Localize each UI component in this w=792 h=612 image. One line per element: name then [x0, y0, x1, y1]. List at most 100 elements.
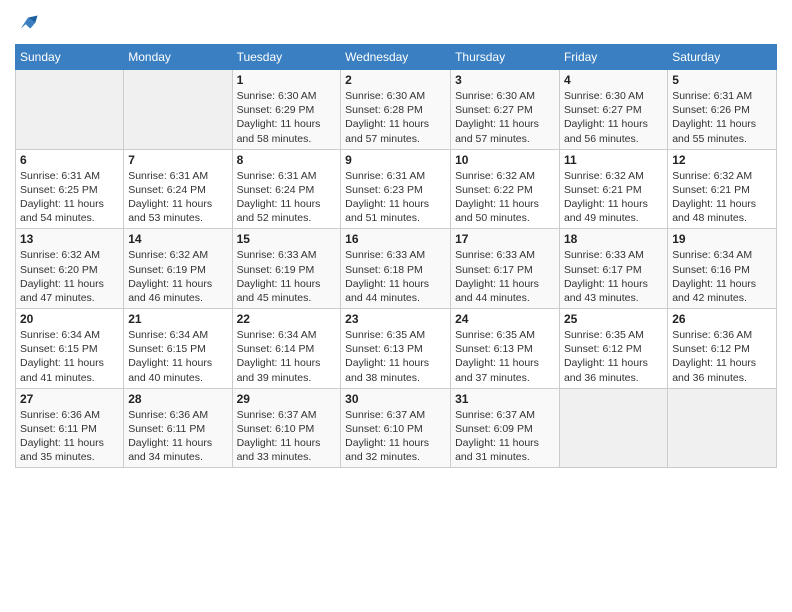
logo-text — [15, 14, 39, 36]
day-info: Sunrise: 6:33 AM Sunset: 6:19 PM Dayligh… — [237, 248, 337, 305]
weekday-header: Friday — [559, 45, 667, 70]
day-number: 9 — [345, 153, 446, 167]
calendar-week-row: 20 Sunrise: 6:34 AM Sunset: 6:15 PM Dayli… — [16, 309, 777, 389]
day-number: 27 — [20, 392, 119, 406]
day-number: 21 — [128, 312, 227, 326]
calendar-day-cell: 19 Sunrise: 6:34 AM Sunset: 6:16 PM Dayli… — [668, 229, 777, 309]
calendar-day-cell: 30 Sunrise: 6:37 AM Sunset: 6:10 PM Dayli… — [341, 388, 451, 468]
calendar-week-row: 27 Sunrise: 6:36 AM Sunset: 6:11 PM Dayli… — [16, 388, 777, 468]
day-number: 19 — [672, 232, 772, 246]
calendar-day-cell: 14 Sunrise: 6:32 AM Sunset: 6:19 PM Dayli… — [124, 229, 232, 309]
day-info: Sunrise: 6:32 AM Sunset: 6:19 PM Dayligh… — [128, 248, 227, 305]
calendar-day-cell: 5 Sunrise: 6:31 AM Sunset: 6:26 PM Daylig… — [668, 70, 777, 150]
day-info: Sunrise: 6:32 AM Sunset: 6:22 PM Dayligh… — [455, 169, 555, 226]
weekday-header: Thursday — [451, 45, 560, 70]
calendar-day-cell: 6 Sunrise: 6:31 AM Sunset: 6:25 PM Daylig… — [16, 149, 124, 229]
day-number: 17 — [455, 232, 555, 246]
day-info: Sunrise: 6:34 AM Sunset: 6:15 PM Dayligh… — [128, 328, 227, 385]
day-number: 25 — [564, 312, 663, 326]
day-number: 28 — [128, 392, 227, 406]
calendar-day-cell: 1 Sunrise: 6:30 AM Sunset: 6:29 PM Daylig… — [232, 70, 341, 150]
calendar-day-cell: 29Sunrise: 6:37 AM Sunset: 6:10 PM Dayli… — [232, 388, 341, 468]
day-info: Sunrise: 6:36 AM Sunset: 6:11 PM Dayligh… — [20, 408, 119, 465]
day-info: Sunrise: 6:30 AM Sunset: 6:28 PM Dayligh… — [345, 89, 446, 146]
day-info: Sunrise: 6:30 AM Sunset: 6:29 PM Dayligh… — [237, 89, 337, 146]
calendar-day-cell: 31 Sunrise: 6:37 AM Sunset: 6:09 PM Dayli… — [451, 388, 560, 468]
calendar-day-cell: 17 Sunrise: 6:33 AM Sunset: 6:17 PM Dayli… — [451, 229, 560, 309]
day-info: Sunrise: 6:34 AM Sunset: 6:15 PM Dayligh… — [20, 328, 119, 385]
weekday-header: Tuesday — [232, 45, 341, 70]
calendar-day-cell — [124, 70, 232, 150]
day-info: Sunrise: 6:35 AM Sunset: 6:12 PM Dayligh… — [564, 328, 663, 385]
calendar-day-cell — [668, 388, 777, 468]
calendar-day-cell: 2 Sunrise: 6:30 AM Sunset: 6:28 PM Daylig… — [341, 70, 451, 150]
day-info: Sunrise: 6:31 AM Sunset: 6:24 PM Dayligh… — [237, 169, 337, 226]
day-info: Sunrise: 6:31 AM Sunset: 6:26 PM Dayligh… — [672, 89, 772, 146]
day-number: 5 — [672, 73, 772, 87]
weekday-header: Wednesday — [341, 45, 451, 70]
calendar-week-row: 6 Sunrise: 6:31 AM Sunset: 6:25 PM Daylig… — [16, 149, 777, 229]
calendar-day-cell: 13 Sunrise: 6:32 AM Sunset: 6:20 PM Dayli… — [16, 229, 124, 309]
calendar-day-cell — [16, 70, 124, 150]
day-number: 8 — [237, 153, 337, 167]
day-number: 23 — [345, 312, 446, 326]
calendar-day-cell: 4 Sunrise: 6:30 AM Sunset: 6:27 PM Daylig… — [559, 70, 667, 150]
day-info: Sunrise: 6:30 AM Sunset: 6:27 PM Dayligh… — [564, 89, 663, 146]
day-number: 20 — [20, 312, 119, 326]
calendar-day-cell: 3 Sunrise: 6:30 AM Sunset: 6:27 PM Daylig… — [451, 70, 560, 150]
calendar-day-cell: 10 Sunrise: 6:32 AM Sunset: 6:22 PM Dayli… — [451, 149, 560, 229]
calendar-day-cell: 15 Sunrise: 6:33 AM Sunset: 6:19 PM Dayli… — [232, 229, 341, 309]
weekday-header: Saturday — [668, 45, 777, 70]
day-number: 22 — [237, 312, 337, 326]
day-info: Sunrise: 6:31 AM Sunset: 6:24 PM Dayligh… — [128, 169, 227, 226]
calendar-week-row: 1 Sunrise: 6:30 AM Sunset: 6:29 PM Daylig… — [16, 70, 777, 150]
day-number: 14 — [128, 232, 227, 246]
day-number: 10 — [455, 153, 555, 167]
day-number: 1 — [237, 73, 337, 87]
calendar-day-cell: 27 Sunrise: 6:36 AM Sunset: 6:11 PM Dayli… — [16, 388, 124, 468]
calendar-day-cell: 18 Sunrise: 6:33 AM Sunset: 6:17 PM Dayli… — [559, 229, 667, 309]
calendar-page: SundayMondayTuesdayWednesdayThursdayFrid… — [0, 0, 792, 612]
day-info: Sunrise: 6:35 AM Sunset: 6:13 PM Dayligh… — [455, 328, 555, 385]
day-number: 24 — [455, 312, 555, 326]
day-info: Sunrise: 6:31 AM Sunset: 6:25 PM Dayligh… — [20, 169, 119, 226]
day-info: Sunrise: 6:33 AM Sunset: 6:17 PM Dayligh… — [564, 248, 663, 305]
calendar-day-cell: 9 Sunrise: 6:31 AM Sunset: 6:23 PM Daylig… — [341, 149, 451, 229]
day-number: 12 — [672, 153, 772, 167]
day-number: 7 — [128, 153, 227, 167]
day-number: 30 — [345, 392, 446, 406]
day-info: Sunrise: 6:30 AM Sunset: 6:27 PM Dayligh… — [455, 89, 555, 146]
day-number: 31 — [455, 392, 555, 406]
day-number: 4 — [564, 73, 663, 87]
day-number: 18 — [564, 232, 663, 246]
day-number: 13 — [20, 232, 119, 246]
day-info: Sunrise: 6:34 AM Sunset: 6:14 PM Dayligh… — [237, 328, 337, 385]
day-info: Sunrise: 6:33 AM Sunset: 6:18 PM Dayligh… — [345, 248, 446, 305]
day-info: Sunrise: 6:33 AM Sunset: 6:17 PM Dayligh… — [455, 248, 555, 305]
day-info: Sunrise: 6:37 AM Sunset: 6:09 PM Dayligh… — [455, 408, 555, 465]
day-info: Sunrise: 6:32 AM Sunset: 6:20 PM Dayligh… — [20, 248, 119, 305]
day-info: Sunrise: 6:31 AM Sunset: 6:23 PM Dayligh… — [345, 169, 446, 226]
weekday-header: Monday — [124, 45, 232, 70]
day-number: 26 — [672, 312, 772, 326]
day-number: 6 — [20, 153, 119, 167]
calendar-day-cell: 7 Sunrise: 6:31 AM Sunset: 6:24 PM Daylig… — [124, 149, 232, 229]
calendar-day-cell: 21 Sunrise: 6:34 AM Sunset: 6:15 PM Dayli… — [124, 309, 232, 389]
calendar-table: SundayMondayTuesdayWednesdayThursdayFrid… — [15, 44, 777, 468]
day-info: Sunrise: 6:34 AM Sunset: 6:16 PM Dayligh… — [672, 248, 772, 305]
day-number: 15 — [237, 232, 337, 246]
day-info: Sunrise: 6:36 AM Sunset: 6:11 PM Dayligh… — [128, 408, 227, 465]
calendar-day-cell: 24 Sunrise: 6:35 AM Sunset: 6:13 PM Dayli… — [451, 309, 560, 389]
day-number: 3 — [455, 73, 555, 87]
day-info: Sunrise: 6:36 AM Sunset: 6:12 PM Dayligh… — [672, 328, 772, 385]
day-number: 11 — [564, 153, 663, 167]
day-info: Sunrise: 6:37 AM Sunset: 6:10 PM Dayligh… — [237, 408, 337, 465]
day-info: Sunrise: 6:35 AM Sunset: 6:13 PM Dayligh… — [345, 328, 446, 385]
day-info: Sunrise: 6:32 AM Sunset: 6:21 PM Dayligh… — [564, 169, 663, 226]
calendar-day-cell: 12Sunrise: 6:32 AM Sunset: 6:21 PM Dayli… — [668, 149, 777, 229]
day-number: 2 — [345, 73, 446, 87]
day-number: 16 — [345, 232, 446, 246]
calendar-day-cell: 25 Sunrise: 6:35 AM Sunset: 6:12 PM Dayli… — [559, 309, 667, 389]
calendar-week-row: 13 Sunrise: 6:32 AM Sunset: 6:20 PM Dayli… — [16, 229, 777, 309]
day-info: Sunrise: 6:37 AM Sunset: 6:10 PM Dayligh… — [345, 408, 446, 465]
